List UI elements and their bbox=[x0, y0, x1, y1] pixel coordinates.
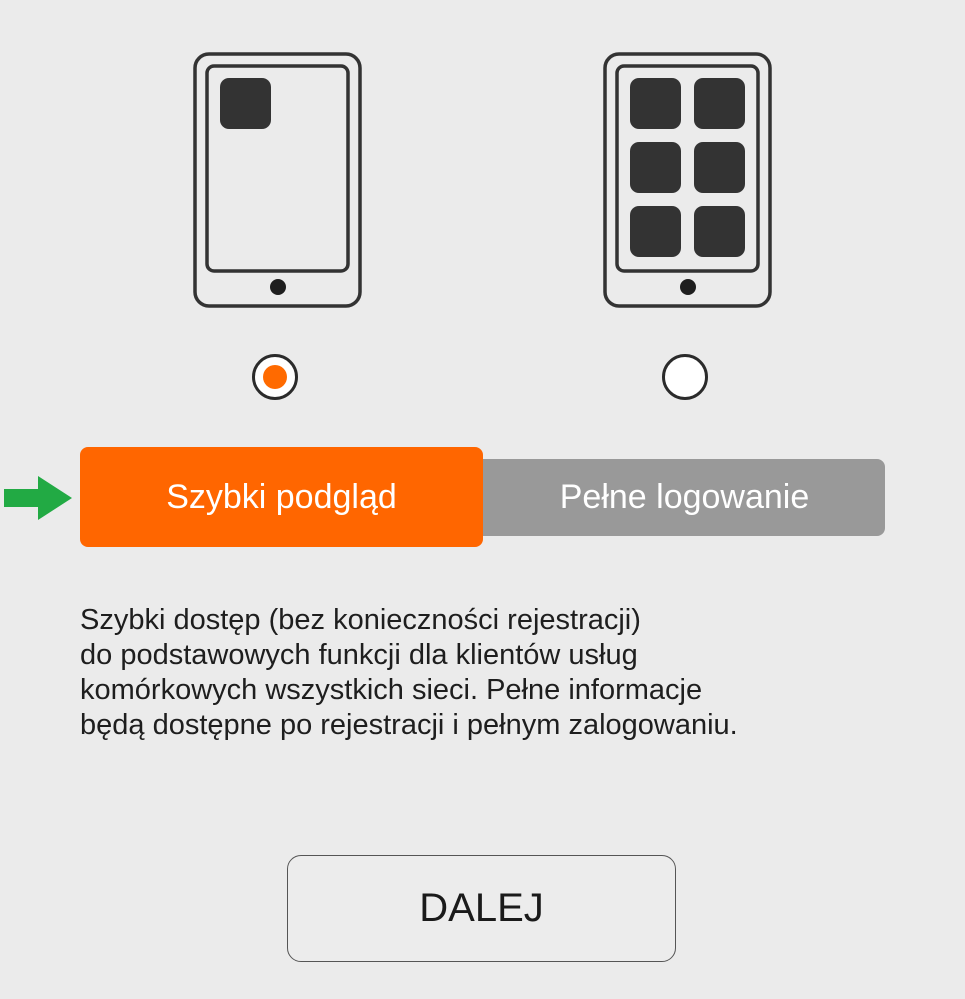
tablet-multi-app-icon[interactable] bbox=[603, 52, 772, 308]
tab-full-login[interactable]: Pełne logowanie bbox=[478, 459, 885, 536]
green-arrow-right-icon bbox=[4, 476, 72, 520]
description-line: do podstawowych funkcji dla klientów usł… bbox=[80, 639, 638, 671]
description-line: będą dostępne po rejestracji i pełnym za… bbox=[80, 709, 738, 741]
description-line: Szybki dostęp (bez konieczności rejestra… bbox=[80, 604, 641, 636]
radio-full-login[interactable] bbox=[662, 354, 708, 400]
next-button[interactable]: DALEJ bbox=[287, 855, 676, 962]
tab-quick-preview[interactable]: Szybki podgląd bbox=[80, 447, 483, 547]
radio-quick-preview[interactable] bbox=[252, 354, 298, 400]
tablet-single-app-icon[interactable] bbox=[193, 52, 362, 308]
description-line: komórkowych wszystkich sieci. Pełne info… bbox=[80, 674, 703, 706]
mode-description: Szybki dostęp (bez konieczności rejestra… bbox=[80, 603, 940, 743]
radio-selected-dot bbox=[263, 365, 287, 389]
